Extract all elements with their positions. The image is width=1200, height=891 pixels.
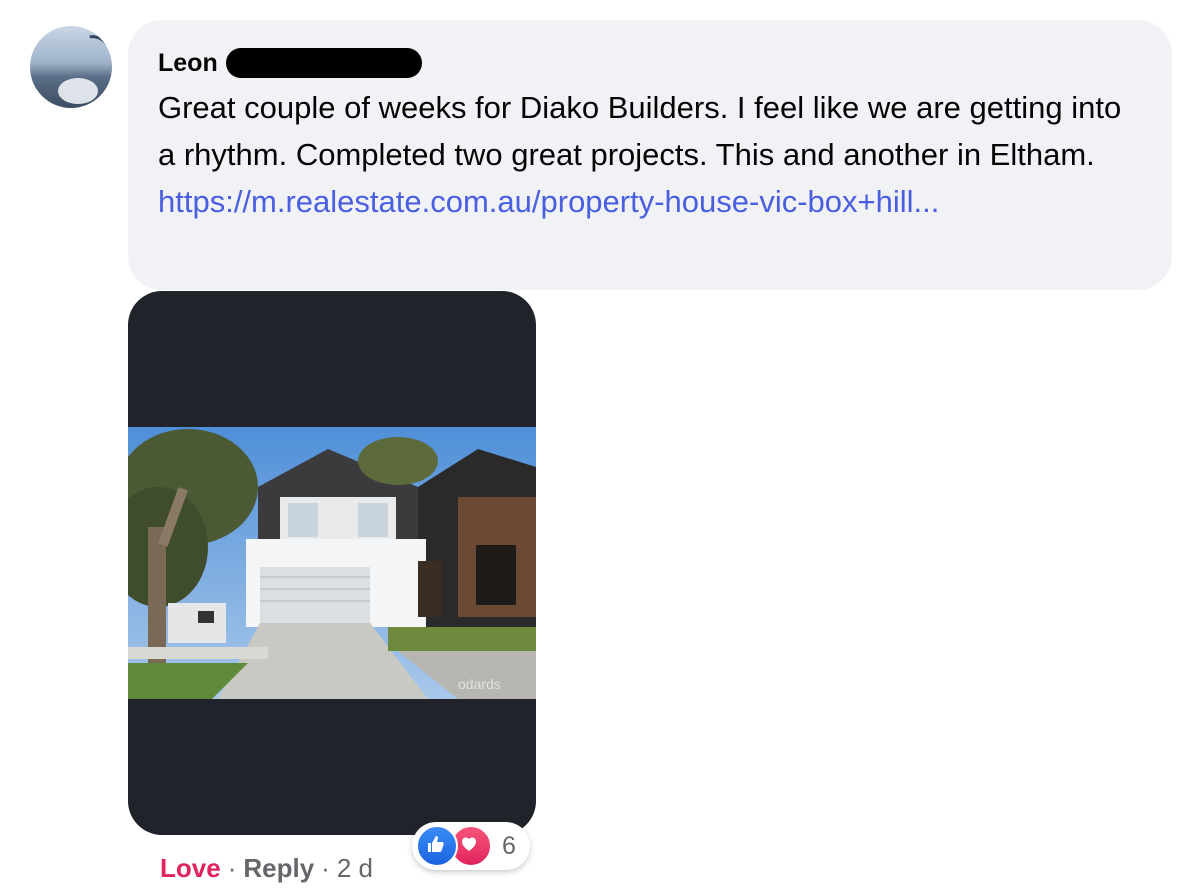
avatar[interactable] bbox=[30, 26, 112, 108]
like-icon bbox=[416, 825, 458, 867]
separator: · bbox=[321, 852, 330, 883]
comment-text: Great couple of weeks for Diako Builders… bbox=[158, 84, 1142, 225]
author-name[interactable]: Leon bbox=[158, 49, 218, 78]
separator: · bbox=[227, 852, 237, 883]
comment-actions: Love · Reply · 2 d bbox=[160, 850, 373, 886]
author-row: Leon bbox=[158, 46, 1142, 80]
avatar-mark bbox=[79, 31, 112, 61]
reaction-count: 6 bbox=[502, 831, 516, 860]
avatar-cloud bbox=[58, 78, 98, 104]
comment-bubble: Leon Great couple of weeks for Diako Bui… bbox=[128, 20, 1172, 290]
house-photo: odards bbox=[128, 427, 536, 699]
timestamp[interactable]: 2 d bbox=[337, 853, 373, 884]
comment-body: Great couple of weeks for Diako Builders… bbox=[158, 90, 1122, 172]
comment-link[interactable]: https://m.realestate.com.au/property-hou… bbox=[158, 184, 939, 219]
reply-button[interactable]: Reply bbox=[243, 853, 314, 884]
redacted-surname bbox=[225, 48, 422, 78]
image-watermark: odards bbox=[458, 676, 501, 692]
comment-image[interactable]: odards bbox=[128, 291, 536, 835]
reactions-summary[interactable]: 6 bbox=[412, 822, 530, 870]
love-action[interactable]: Love bbox=[160, 853, 221, 884]
